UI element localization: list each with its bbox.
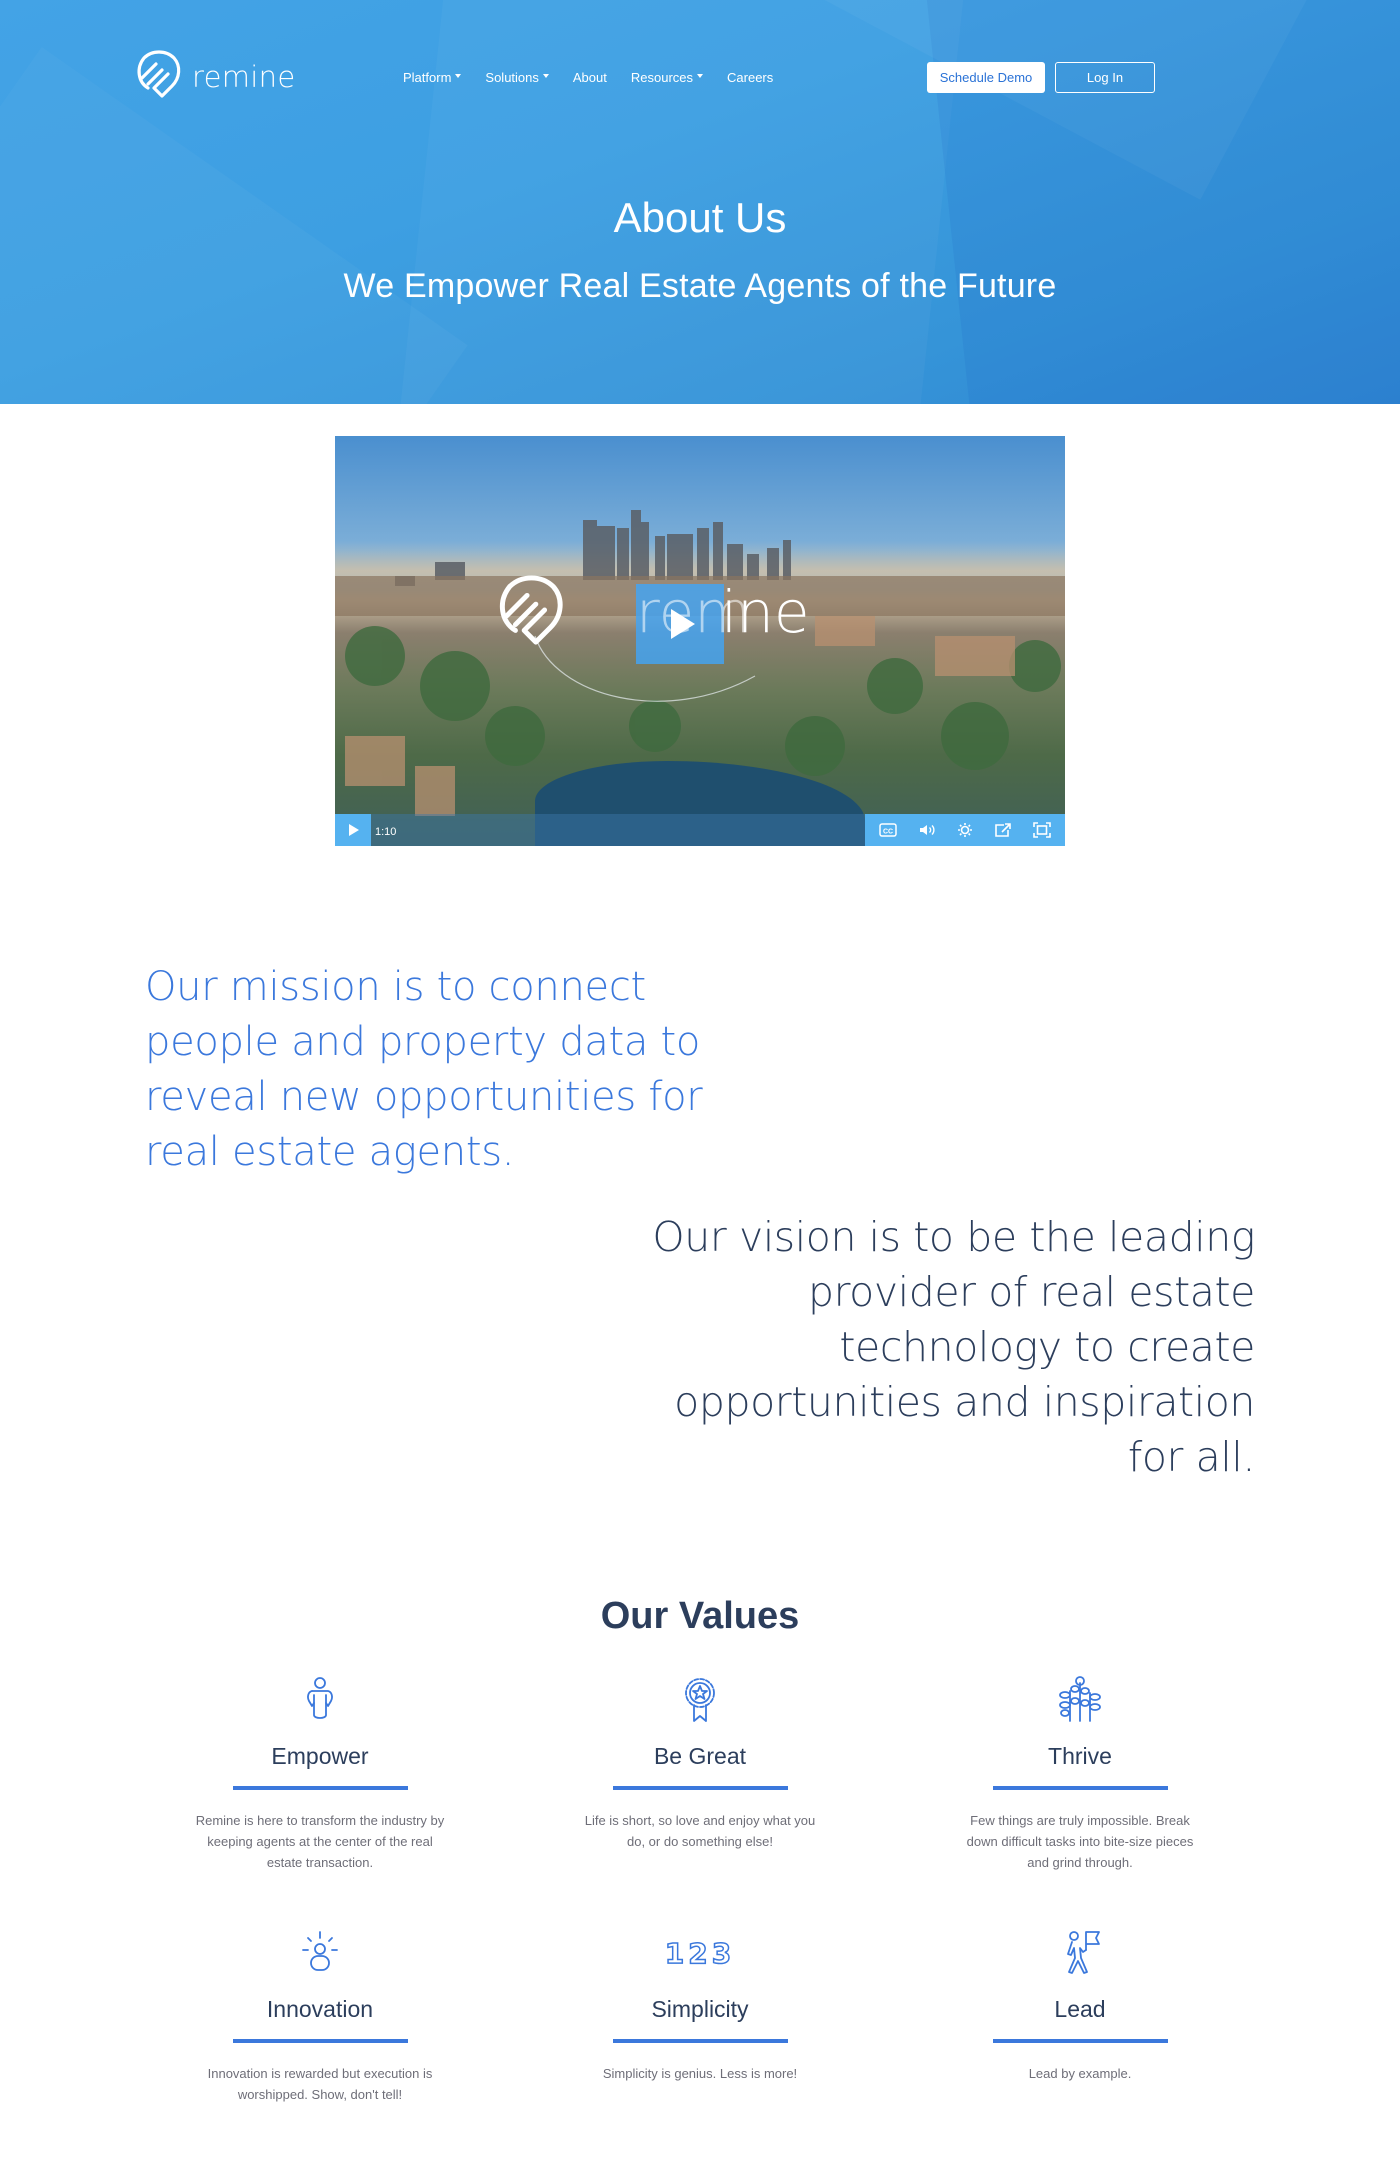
value-card-simplicity: 123 Simplicity Simplicity is genius. Les… xyxy=(550,1928,850,2084)
closed-captions-icon[interactable]: CC xyxy=(877,821,899,839)
nav-item-careers[interactable]: Careers xyxy=(727,70,773,85)
caret-down-icon xyxy=(455,74,462,78)
vision-statement: Our vision is to be the leading provider… xyxy=(652,1213,1255,1481)
logo-link[interactable]: remine xyxy=(134,48,295,105)
main-nav: Platform Solutions About Resources Caree… xyxy=(403,66,797,88)
nav-item-platform[interactable]: Platform xyxy=(403,69,462,85)
page-title: About Us xyxy=(613,194,787,241)
value-divider xyxy=(232,1786,408,1790)
value-card-innovation: Innovation Innovation is rewarded but ex… xyxy=(170,1928,470,2105)
nav-item-resources[interactable]: Resources xyxy=(630,69,704,85)
nav-label: Careers xyxy=(727,69,774,85)
share-icon[interactable] xyxy=(992,821,1014,839)
mission-statement: Our mission is to connect people and pro… xyxy=(145,964,703,1175)
person-with-flag-icon xyxy=(930,1928,1230,1978)
caret-down-icon xyxy=(697,74,704,78)
value-divider xyxy=(612,2039,788,2043)
video-duration: 1:10 xyxy=(375,826,397,838)
value-card-thrive: Thrive Few things are truly impossible. … xyxy=(930,1675,1230,1873)
value-description: Lead by example. xyxy=(1028,2066,1132,2081)
numbers-123-icon: 123 xyxy=(550,1928,850,1978)
video-player[interactable]: ine rem 1:10 CC xyxy=(335,436,1065,846)
value-description: Remine is here to transform the industry… xyxy=(195,1813,445,1870)
idea-person-icon xyxy=(170,1928,470,1978)
logo-text: remine xyxy=(192,59,296,94)
value-title: Be Great xyxy=(653,1743,747,1769)
value-card-lead: Lead Lead by example. xyxy=(930,1928,1230,2084)
value-card-empower: Empower Remine is here to transform the … xyxy=(170,1675,470,1873)
video-brand-text-dim: rem xyxy=(636,578,751,646)
growing-plants-icon xyxy=(930,1675,1230,1725)
value-divider xyxy=(992,1786,1168,1790)
video-controls-right: CC xyxy=(865,814,1065,846)
play-icon xyxy=(349,824,359,836)
schedule-demo-button[interactable]: Schedule Demo xyxy=(927,62,1045,93)
nav-label: Solutions xyxy=(485,69,539,85)
value-title: Lead xyxy=(1054,1996,1106,2022)
value-description: Simplicity is genius. Less is more! xyxy=(602,2066,798,2081)
value-description: Life is short, so love and enjoy what yo… xyxy=(584,1813,816,1849)
value-divider xyxy=(612,1786,788,1790)
nav-item-about[interactable]: About xyxy=(573,70,607,85)
value-title: Thrive xyxy=(1048,1743,1112,1769)
value-description: Few things are truly impossible. Break d… xyxy=(966,1813,1194,1870)
person-hands-on-hips-icon xyxy=(170,1675,470,1725)
volume-icon[interactable] xyxy=(916,821,938,839)
nav-label: About xyxy=(572,69,607,85)
hero-section: remine Platform Solutions About Resource… xyxy=(0,0,1400,404)
award-ribbon-icon xyxy=(550,1675,850,1725)
fullscreen-icon[interactable] xyxy=(1031,821,1053,839)
nav-label: Resources xyxy=(630,69,694,85)
nav-item-solutions[interactable]: Solutions xyxy=(485,69,549,85)
settings-icon[interactable] xyxy=(954,821,976,839)
value-title: Simplicity xyxy=(651,1996,749,2022)
value-title: Empower xyxy=(271,1743,369,1769)
page-subtitle: We Empower Real Estate Agents of the Fut… xyxy=(343,267,1057,305)
values-heading: Our Values xyxy=(600,1595,800,1637)
remine-logo-icon xyxy=(134,48,182,105)
numbers-123-text: 123 xyxy=(664,1936,736,1971)
caret-down-icon xyxy=(542,74,549,78)
video-control-play-button[interactable] xyxy=(335,814,371,846)
svg-text:CC: CC xyxy=(883,829,893,836)
remine-logo-icon xyxy=(499,575,563,645)
value-title: Innovation xyxy=(266,1996,374,2022)
value-description: Innovation is rewarded but execution is … xyxy=(207,2066,433,2102)
nav-label: Platform xyxy=(403,69,452,85)
value-card-be-great: Be Great Life is short, so love and enjo… xyxy=(550,1675,850,1852)
value-divider xyxy=(232,2039,408,2043)
value-divider xyxy=(992,2039,1168,2043)
login-button[interactable]: Log In xyxy=(1055,62,1155,93)
